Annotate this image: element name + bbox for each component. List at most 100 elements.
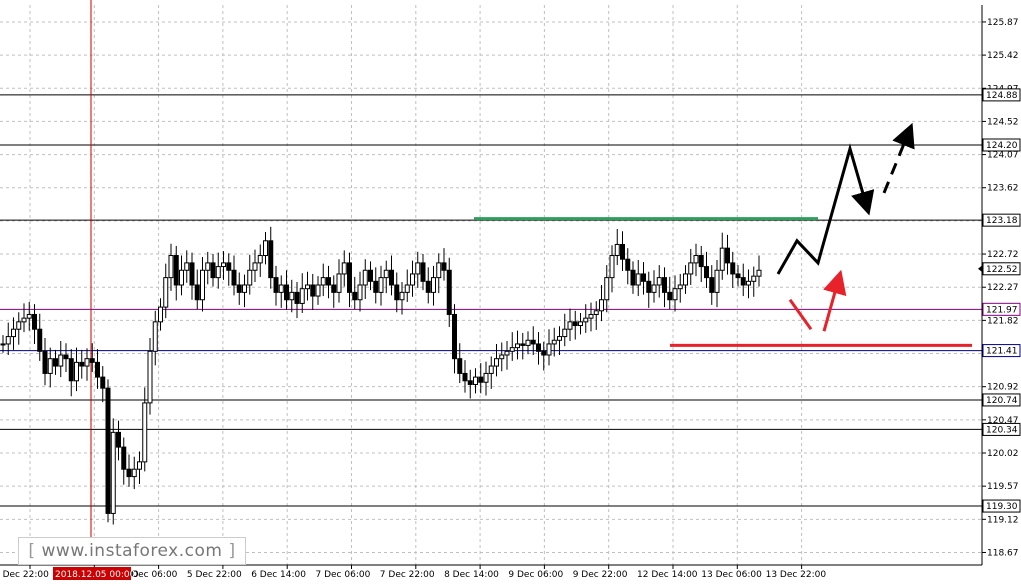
candle-body xyxy=(546,343,552,356)
y-tick-label: 123.62 xyxy=(987,184,1019,194)
candle-body xyxy=(0,343,6,346)
forecast-black-dashed xyxy=(882,122,915,194)
x-tick-label: 6 Dec 14:00 xyxy=(251,570,306,580)
price-level-label: 124.20 xyxy=(986,141,1018,151)
candle-body xyxy=(215,266,221,279)
candle-body xyxy=(735,273,741,279)
candle-body xyxy=(541,350,547,356)
candle-body xyxy=(68,358,74,382)
candle-body xyxy=(221,262,226,268)
candle-body xyxy=(614,243,620,257)
candle-body xyxy=(341,262,347,275)
candle-body xyxy=(242,284,247,293)
candle-body xyxy=(173,255,179,286)
candle-body xyxy=(74,361,79,382)
candle-body xyxy=(184,262,190,271)
candle-body xyxy=(84,358,90,367)
candle-body xyxy=(47,358,53,374)
candle-layer xyxy=(0,226,762,525)
candle-body xyxy=(494,358,499,367)
y-tick-label: 119.57 xyxy=(987,482,1019,492)
candle-body xyxy=(63,354,69,360)
grid-layer xyxy=(0,5,982,565)
candle-body xyxy=(483,372,489,383)
candle-body xyxy=(299,288,305,304)
candle-body xyxy=(152,321,158,352)
candle-body xyxy=(362,269,368,286)
candle-body xyxy=(620,243,625,260)
candle-body xyxy=(578,321,583,327)
candle-body xyxy=(478,376,484,383)
candle-body xyxy=(5,336,11,345)
candle-body xyxy=(42,350,48,374)
forecast-red-down xyxy=(788,298,813,331)
candle-body xyxy=(336,273,342,293)
candle-body xyxy=(656,277,662,286)
watermark-text: www.instaforex.com xyxy=(41,541,223,561)
candle-body xyxy=(126,468,132,478)
forecast-red-up xyxy=(822,269,847,332)
price-level-label: 121.97 xyxy=(986,305,1018,315)
candle-body xyxy=(683,273,688,286)
candle-body xyxy=(37,328,43,352)
current-price-marker xyxy=(978,264,983,273)
price-level-label: 123.18 xyxy=(986,216,1018,226)
x-tick-label: 9 Dec 06:00 xyxy=(508,570,563,580)
candle-body xyxy=(499,354,505,360)
candle-body xyxy=(210,262,216,279)
candle-body xyxy=(357,284,363,301)
candle-body xyxy=(352,291,358,301)
candle-body xyxy=(399,291,405,301)
y-tick-label: 120.92 xyxy=(987,383,1019,393)
candle-body xyxy=(236,284,242,293)
candle-body xyxy=(26,313,32,319)
candle-body xyxy=(347,262,352,293)
candle-body xyxy=(693,255,699,264)
candle-body xyxy=(667,291,673,301)
candle-body xyxy=(320,277,326,286)
y-tick-label: 124.52 xyxy=(987,117,1019,127)
overlay-layer xyxy=(474,122,972,347)
candle-body xyxy=(32,313,37,330)
candle-body xyxy=(462,372,468,382)
x-tick-label: 9 Dec 22:00 xyxy=(573,570,628,580)
candle-body xyxy=(305,284,310,290)
candle-body xyxy=(525,339,531,346)
price-level-label: 122.52 xyxy=(986,265,1018,275)
y-tick-label: 119.12 xyxy=(987,515,1019,525)
candle-body xyxy=(394,284,400,301)
candle-body xyxy=(16,321,22,330)
candle-body xyxy=(709,277,715,293)
candle-body xyxy=(604,277,610,301)
candle-body xyxy=(257,255,263,264)
candle-body xyxy=(315,284,321,297)
watermark-bracket-right: ] xyxy=(228,541,236,561)
candle-body xyxy=(121,446,127,470)
candle-body xyxy=(641,273,646,282)
candle-body xyxy=(473,376,478,385)
candle-body xyxy=(725,247,730,264)
y-tick-label: 121.82 xyxy=(987,316,1019,326)
y-tick-label: 124.07 xyxy=(987,151,1019,161)
candle-body xyxy=(89,358,95,363)
price-level-label: 124.88 xyxy=(986,91,1018,101)
forecast-black-path xyxy=(776,143,875,275)
candle-body xyxy=(373,280,379,293)
candle-body xyxy=(651,284,657,293)
candle-body xyxy=(515,343,520,349)
candle-body xyxy=(326,277,331,286)
x-tick-label: 7 Dec 22:00 xyxy=(380,570,435,580)
y-tick-label: 118.67 xyxy=(987,548,1019,558)
x-tick-label: 13 Dec 22:00 xyxy=(766,570,827,580)
x-tick-label: 4 Dec 22:00 xyxy=(0,570,49,580)
x-tick-label: 13 Dec 06:00 xyxy=(701,570,762,580)
candle-body xyxy=(331,284,337,293)
candle-body xyxy=(137,461,142,470)
candle-body xyxy=(158,306,163,323)
candle-body xyxy=(698,255,704,268)
candle-body xyxy=(205,262,211,271)
candle-body xyxy=(294,291,300,304)
candle-body xyxy=(593,310,599,315)
candle-body xyxy=(200,269,205,301)
candle-body xyxy=(100,376,106,389)
